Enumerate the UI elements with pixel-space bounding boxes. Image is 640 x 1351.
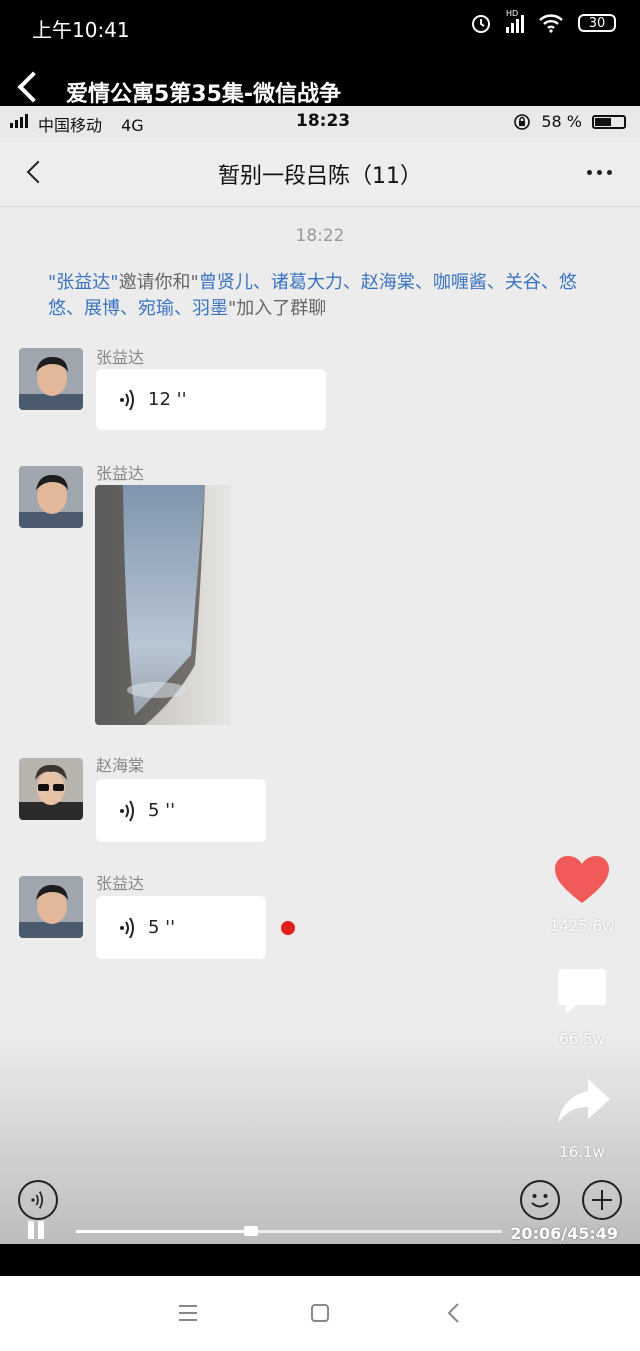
wifi-icon xyxy=(539,14,563,33)
image-message[interactable] xyxy=(95,485,231,725)
avatar[interactable] xyxy=(19,876,83,938)
progress-handle[interactable] xyxy=(243,1226,258,1236)
more-icon[interactable] xyxy=(587,170,612,175)
back-icon[interactable] xyxy=(446,1302,460,1324)
device-status-icons: HD 30 xyxy=(470,9,616,34)
voice-duration: 5 '' xyxy=(148,800,176,821)
comment-count: 66.5w xyxy=(559,1030,605,1048)
battery-icon xyxy=(592,114,626,129)
sender-name: 赵海棠 xyxy=(96,756,145,775)
sender-name: 张益达 xyxy=(96,874,145,893)
share-icon[interactable] xyxy=(556,1077,612,1127)
heart-icon[interactable] xyxy=(554,855,610,905)
voice-wave-icon xyxy=(120,916,134,939)
screen-bottom-bar xyxy=(0,1244,640,1276)
add-icon[interactable] xyxy=(582,1180,622,1220)
voice-message[interactable]: 5 '' xyxy=(96,779,266,842)
unread-dot xyxy=(281,921,295,935)
device-battery-icon: 30 xyxy=(578,14,616,32)
home-icon[interactable] xyxy=(310,1303,330,1323)
share-count: 16.1w xyxy=(559,1143,605,1161)
voice-wave-icon xyxy=(120,388,134,411)
video-frame[interactable]: 中国移动 4G 18:23 58 % 暂别一段吕陈（11） 18:22 "张益达… xyxy=(0,106,640,1244)
avatar[interactable] xyxy=(19,348,83,410)
menu-icon[interactable] xyxy=(178,1304,198,1322)
system-nav-bar xyxy=(0,1276,640,1351)
sender-name: 张益达 xyxy=(96,348,145,367)
voice-wave-icon xyxy=(120,799,134,822)
avatar[interactable] xyxy=(19,758,83,820)
pause-icon[interactable] xyxy=(28,1221,44,1239)
inviter-name[interactable]: "张益达" xyxy=(48,272,119,293)
chat-timestamp: 18:22 xyxy=(295,226,345,246)
voice-duration: 12 '' xyxy=(148,389,187,410)
avatar[interactable] xyxy=(19,466,83,528)
like-count: 1425.6w xyxy=(549,917,615,935)
voice-input-icon[interactable] xyxy=(18,1180,58,1220)
playback-time: 20:06/45:49 xyxy=(510,1224,618,1243)
battery-percent: 58 % xyxy=(541,112,582,131)
rotation-lock-icon xyxy=(514,113,531,130)
device-battery-level: 30 xyxy=(588,15,606,31)
carrier-name: 中国移动 xyxy=(38,116,103,135)
signal-bars-icon xyxy=(10,114,28,128)
device-clock: 上午10:41 xyxy=(32,18,130,42)
video-title: 爱情公寓5第35集-微信战争 xyxy=(66,82,342,107)
sender-name: 张益达 xyxy=(96,464,145,483)
voice-message[interactable]: 5 '' xyxy=(96,896,266,959)
cell-signal-icon: HD xyxy=(506,9,524,33)
group-invite-notice: "张益达"邀请你和"曾贤儿、诸葛大力、赵海棠、咖喱酱、关谷、悠悠、展博、宛瑜、羽… xyxy=(48,272,577,319)
comment-icon[interactable] xyxy=(556,967,608,1017)
voice-duration: 5 '' xyxy=(148,917,176,938)
emoji-icon[interactable] xyxy=(520,1180,560,1220)
alarm-icon xyxy=(472,15,490,33)
progress-fill xyxy=(76,1230,251,1233)
network-type: 4G xyxy=(121,116,144,135)
chat-clock: 18:23 xyxy=(296,111,351,131)
chat-title: 暂别一段吕陈（11） xyxy=(218,164,422,189)
chat-status-bar: 中国移动 4G 18:23 58 % xyxy=(0,106,640,138)
hd-label: HD xyxy=(506,9,519,18)
voice-message[interactable]: 12 '' xyxy=(96,369,326,430)
